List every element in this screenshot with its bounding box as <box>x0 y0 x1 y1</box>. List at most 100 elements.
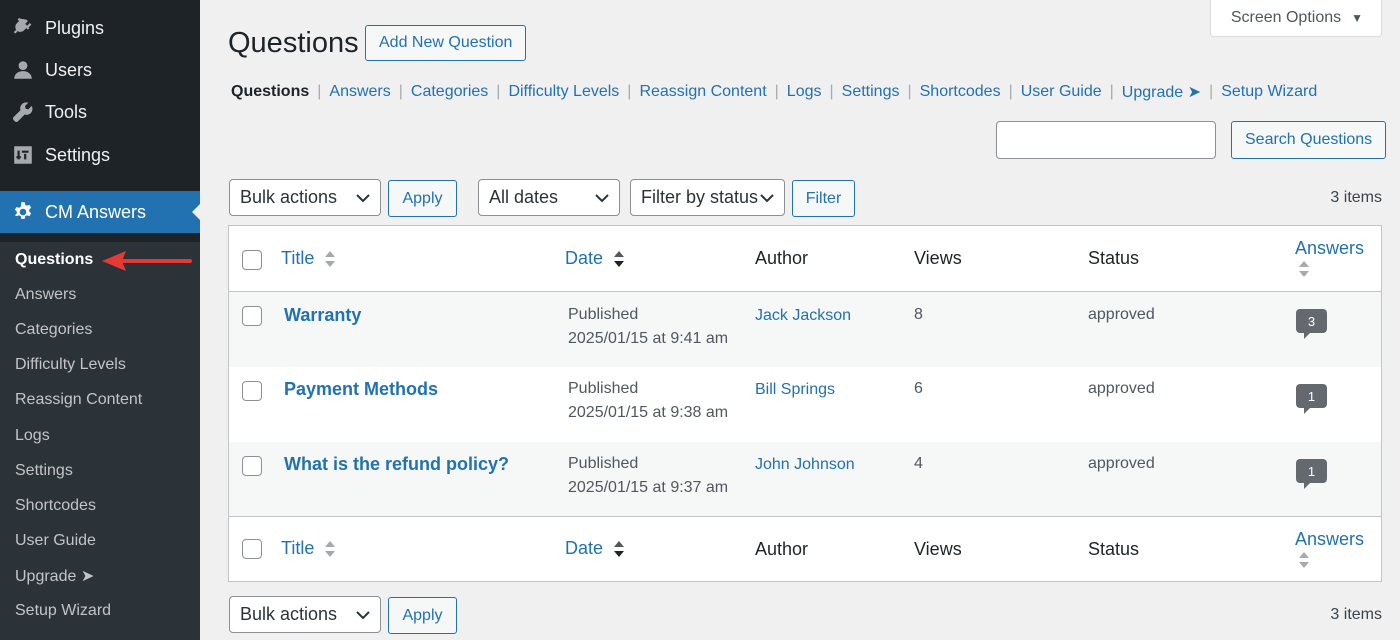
column-title-sortable[interactable]: Title <box>281 248 336 269</box>
subnav-link-upgrade[interactable]: Upgrade ➤ <box>1122 82 1201 102</box>
sort-desc-icon <box>614 541 625 558</box>
select-value: Bulk actions <box>240 604 338 624</box>
sort-desc-icon <box>614 251 625 268</box>
date-cell: Published 2025/01/15 at 9:38 am <box>568 377 728 425</box>
status-cell: approved <box>1088 380 1155 397</box>
status-filter-select[interactable]: Filter by status <box>630 179 785 216</box>
select-value: Bulk actions <box>240 187 338 207</box>
menu-label: Plugins <box>45 17 105 38</box>
table-row: Warranty Published 2025/01/15 at 9:41 am… <box>229 292 1381 367</box>
answers-count-bubble[interactable]: 3 <box>1296 309 1327 339</box>
column-answers-sortable[interactable]: Answers <box>1295 529 1364 570</box>
add-new-question-button[interactable]: Add New Question <box>365 25 527 61</box>
items-count: 3 items <box>1330 189 1382 206</box>
main-content: Screen Options ▼ Questions Add New Quest… <box>200 0 1400 640</box>
subnav-link-difficulty-levels[interactable]: Difficulty Levels <box>508 83 619 101</box>
sort-icon <box>325 251 336 268</box>
column-views: Views <box>914 539 962 559</box>
date-cell: Published 2025/01/15 at 9:41 am <box>568 303 728 351</box>
menu-item-tools[interactable]: Tools <box>0 91 87 134</box>
filter-button[interactable]: Filter <box>792 180 855 217</box>
bulk-actions-select[interactable]: Bulk actions <box>229 179 381 216</box>
column-date-sortable[interactable]: Date <box>565 538 625 559</box>
column-title-sortable[interactable]: Title <box>281 538 336 559</box>
author-link[interactable]: Bill Springs <box>755 381 835 399</box>
publish-date: 2025/01/15 at 9:37 am <box>568 479 729 496</box>
subnav-link-answers[interactable]: Answers <box>329 83 390 101</box>
submenu-item-upgrade[interactable]: Upgrade ➤ <box>0 559 200 594</box>
screen-options-button[interactable]: Screen Options ▼ <box>1209 0 1382 37</box>
submenu-item-reassign-content[interactable]: Reassign Content <box>0 383 200 418</box>
status-cell: approved <box>1088 455 1155 472</box>
column-label: Title <box>281 248 315 268</box>
row-checkbox[interactable] <box>242 456 262 476</box>
menu-item-users[interactable]: Users <box>0 49 92 92</box>
search-questions-button[interactable]: Search Questions <box>1231 121 1387 159</box>
search-input[interactable] <box>996 121 1216 159</box>
sort-icon <box>1299 261 1309 277</box>
row-checkbox[interactable] <box>242 306 262 326</box>
subnav-current: Questions <box>231 83 310 100</box>
sort-icon <box>1299 552 1309 568</box>
annotation-arrow-icon <box>102 251 192 271</box>
apply-button[interactable]: Apply <box>388 180 457 217</box>
date-filter-select[interactable]: All dates <box>478 179 620 216</box>
menu-label: Users <box>45 59 93 80</box>
subnav-link-logs[interactable]: Logs <box>787 83 822 101</box>
subnav-link-categories[interactable]: Categories <box>411 83 488 101</box>
submenu-item-categories[interactable]: Categories <box>0 312 200 347</box>
column-author: Author <box>755 248 809 268</box>
answers-count-bubble[interactable]: 1 <box>1296 459 1327 489</box>
submenu-item-logs[interactable]: Logs <box>0 418 200 453</box>
menu-label: CM Answers <box>45 201 147 222</box>
subnav-link-shortcodes[interactable]: Shortcodes <box>920 83 1001 101</box>
submenu: Questions Answers Categories Difficulty … <box>0 242 200 640</box>
column-label: Title <box>281 538 315 558</box>
submenu-item-setup-wizard[interactable]: Setup Wizard <box>0 594 200 629</box>
subnav-link-user-guide[interactable]: User Guide <box>1021 83 1102 101</box>
menu-label: Tools <box>45 101 88 122</box>
author-link[interactable]: Jack Jackson <box>755 307 851 325</box>
column-status: Status <box>1088 539 1140 559</box>
column-label: Date <box>565 248 604 268</box>
question-title-link[interactable]: Warranty <box>284 305 361 326</box>
subnav-link-setup-wizard[interactable]: Setup Wizard <box>1221 83 1317 101</box>
column-answers-sortable[interactable]: Answers <box>1295 238 1364 279</box>
bulk-actions-select-bottom[interactable]: Bulk actions <box>229 596 381 633</box>
items-count-bottom: 3 items <box>1330 606 1382 623</box>
select-all-checkbox[interactable] <box>242 250 262 270</box>
publish-date: 2025/01/15 at 9:41 am <box>568 330 729 347</box>
menu-item-plugins[interactable]: Plugins <box>0 7 104 50</box>
row-checkbox[interactable] <box>242 381 262 401</box>
question-title-link[interactable]: Payment Methods <box>284 379 438 400</box>
author-link[interactable]: John Johnson <box>755 456 855 474</box>
publish-status: Published <box>568 380 639 397</box>
date-cell: Published 2025/01/15 at 9:37 am <box>568 452 728 500</box>
submenu-item-shortcodes[interactable]: Shortcodes <box>0 488 200 523</box>
views-cell: 4 <box>914 455 923 472</box>
publish-date: 2025/01/15 at 9:38 am <box>568 404 729 421</box>
wrench-icon <box>11 100 35 124</box>
submenu-item-answers[interactable]: Answers <box>0 277 200 312</box>
questions-table: Title Date Author Views Status Answers W… <box>228 225 1382 582</box>
submenu-item-difficulty-levels[interactable]: Difficulty Levels <box>0 348 200 383</box>
column-status: Status <box>1088 248 1140 268</box>
question-title-link[interactable]: What is the refund policy? <box>284 454 509 475</box>
menu-item-cm-answers[interactable]: CM Answers <box>0 191 200 233</box>
answers-count-bubble[interactable]: 1 <box>1296 384 1327 414</box>
apply-button-bottom[interactable]: Apply <box>388 597 457 634</box>
column-label: Answers <box>1295 238 1365 258</box>
select-all-checkbox[interactable] <box>242 539 262 559</box>
submenu-item-settings[interactable]: Settings <box>0 453 200 488</box>
column-date-sortable[interactable]: Date <box>565 248 625 269</box>
plugin-icon <box>11 16 35 40</box>
gear-icon <box>11 200 35 224</box>
subnav-link-settings[interactable]: Settings <box>842 83 900 101</box>
screen-options-label: Screen Options <box>1230 9 1342 26</box>
caret-down-icon: ▼ <box>1351 11 1363 25</box>
page-title: Questions <box>228 27 359 59</box>
menu-item-settings[interactable]: Settings <box>0 134 110 177</box>
submenu-item-user-guide[interactable]: User Guide <box>0 524 200 559</box>
column-author: Author <box>755 539 809 559</box>
subnav-link-reassign-content[interactable]: Reassign Content <box>639 83 766 101</box>
